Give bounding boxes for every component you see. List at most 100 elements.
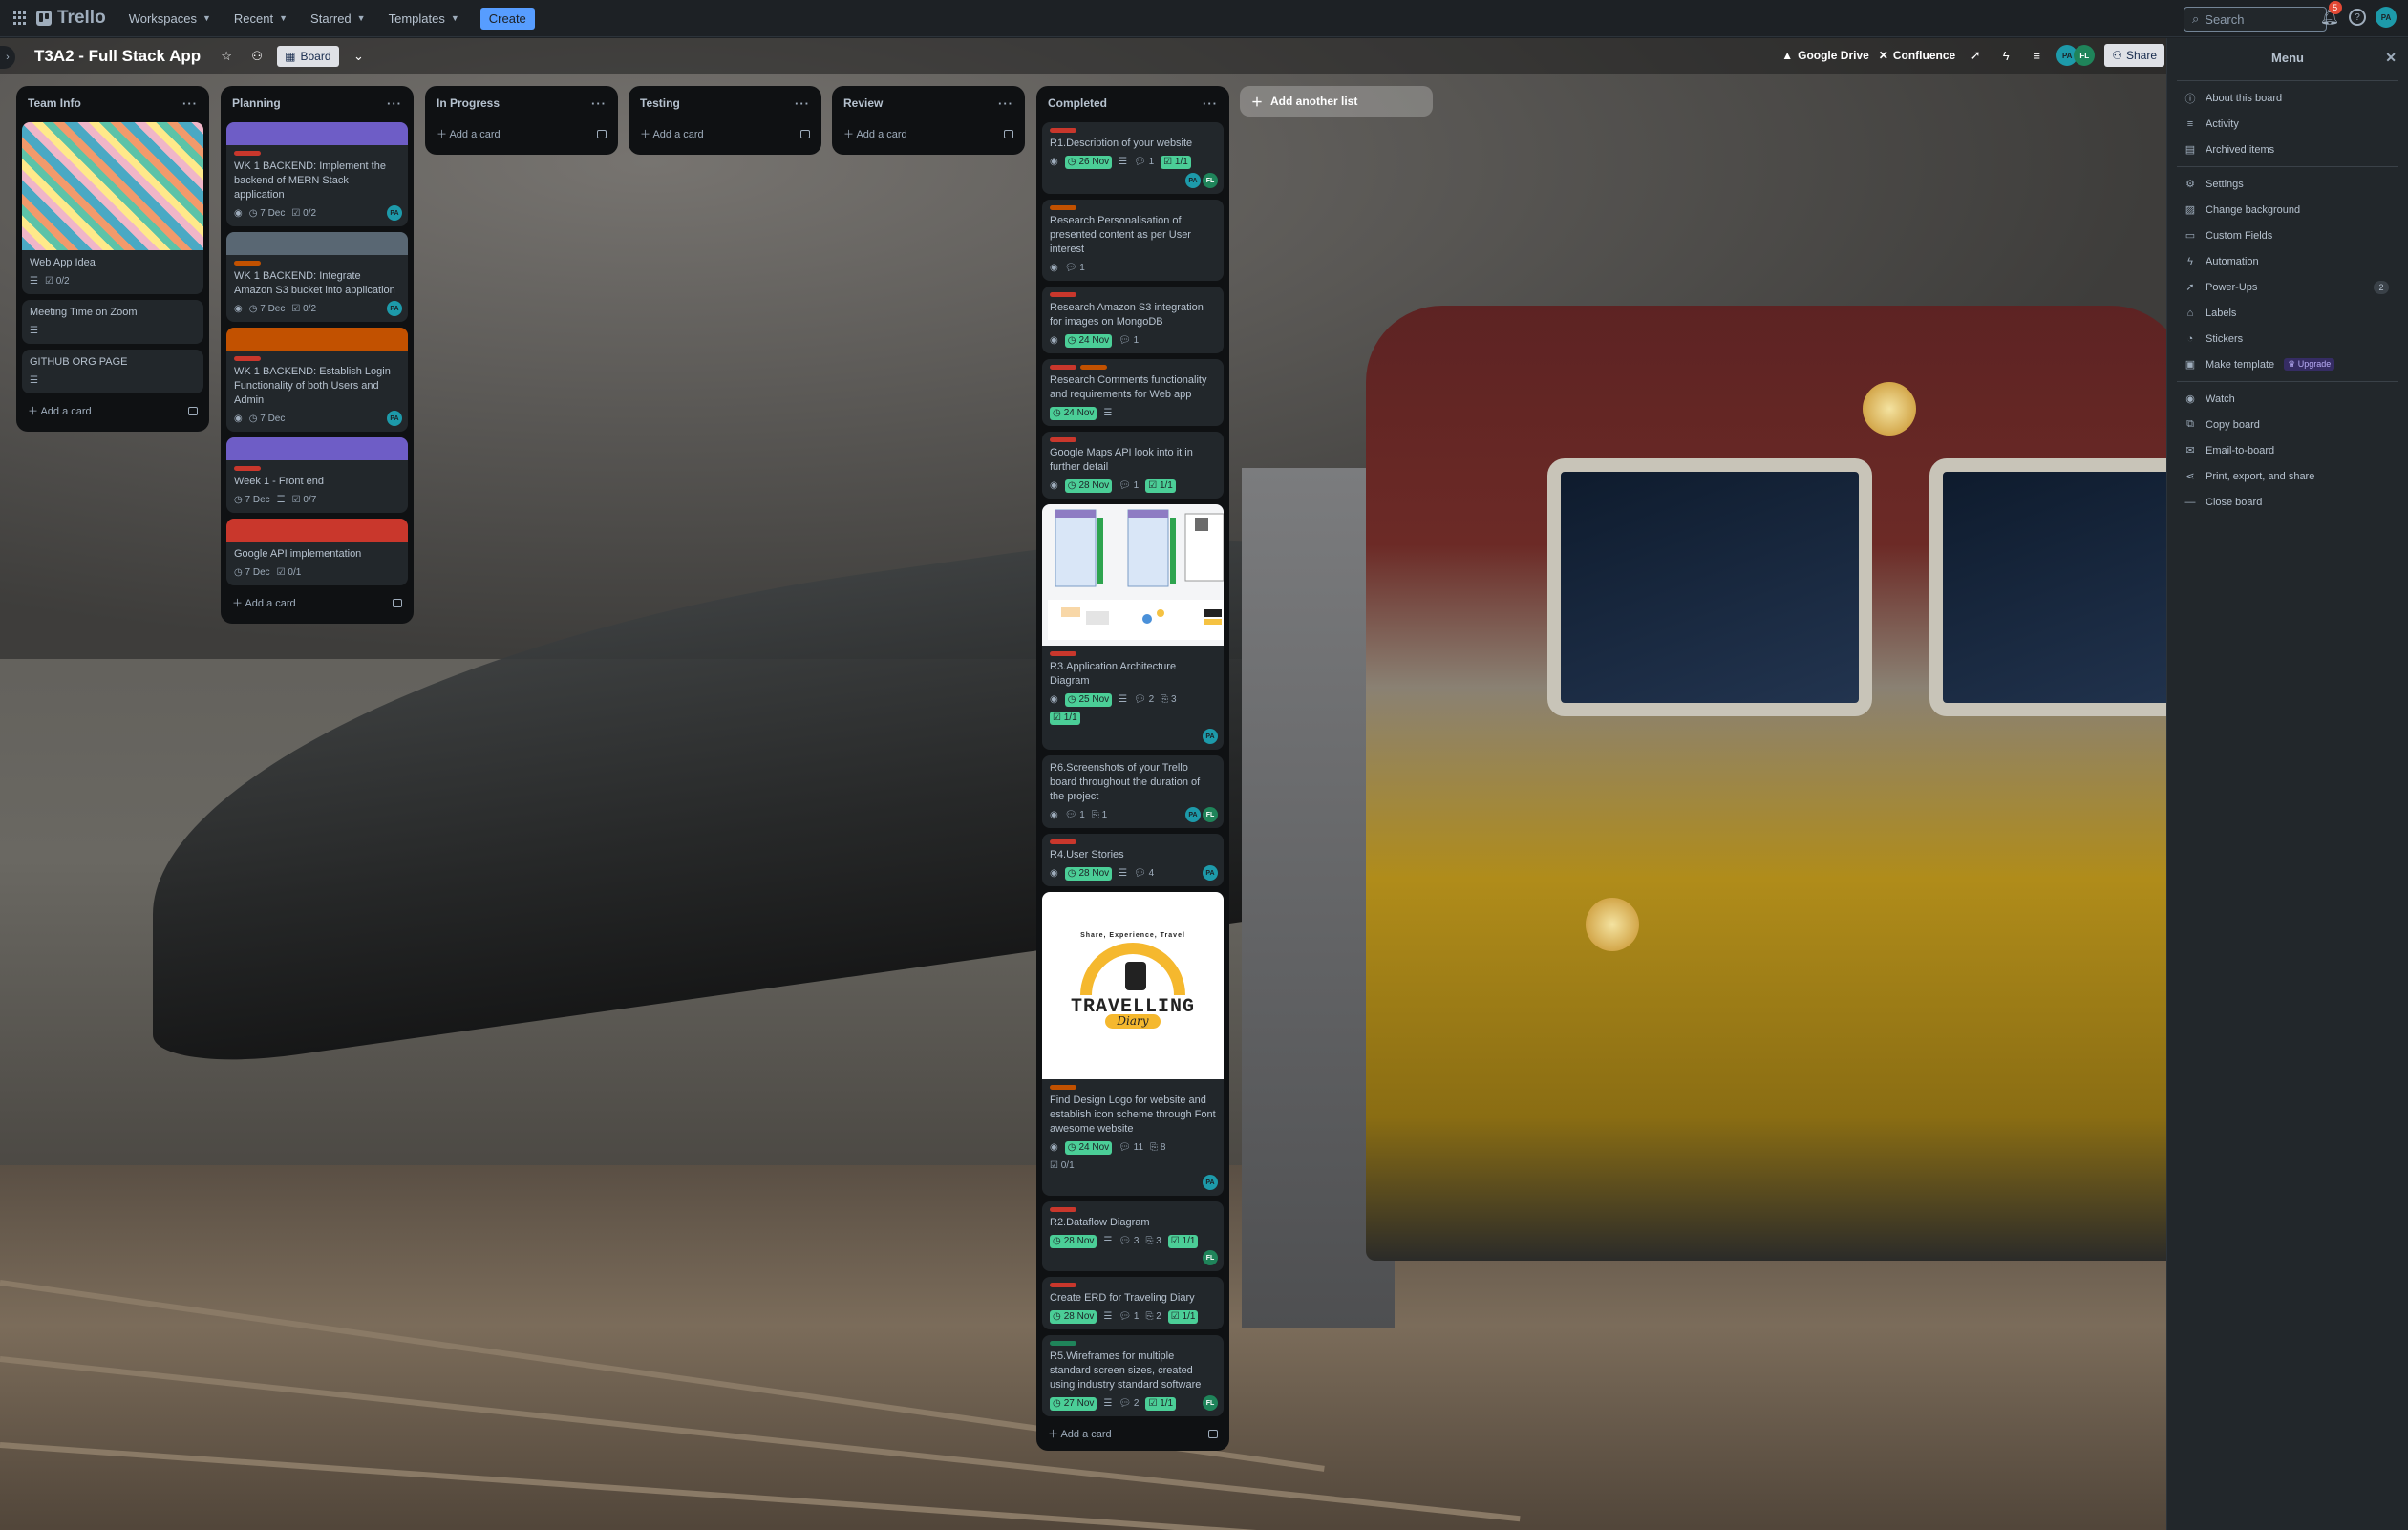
add-card-button[interactable]: ＋ Add a card (1042, 1420, 1224, 1447)
automation-bolt-icon[interactable]: ϟ (1995, 45, 2016, 66)
card-research-personalisation[interactable]: Research Personalisation of presented co… (1042, 200, 1224, 281)
logo-arc (1080, 943, 1185, 995)
board-members: PA FL (2056, 45, 2096, 66)
card-r4-user-stories[interactable]: R4.User Stories ◉ ◷ 28 Nov ☰ 💬︎ 4 PA (1042, 834, 1224, 886)
board-title[interactable]: T3A2 - Full Stack App (29, 43, 206, 70)
list-header[interactable]: In Progress ··· (431, 90, 612, 117)
checklist-badge: ☑ 1/1 (1167, 1235, 1199, 1248)
add-another-list-button[interactable]: ＋ Add another list (1240, 86, 1433, 117)
list-header[interactable]: Testing ··· (634, 90, 816, 117)
menu-item-close-board[interactable]: — Close board (2167, 489, 2408, 515)
menu-item-make-template[interactable]: ▣ Make template ♛ Upgrade (2167, 351, 2408, 377)
add-card-button[interactable]: ＋ Add a card (226, 589, 408, 616)
tag-icon: ⌂ (2186, 307, 2194, 319)
menu-item-automation[interactable]: ϟ Automation (2167, 248, 2408, 274)
card-template-icon[interactable] (597, 129, 607, 138)
trello-logo[interactable]: Trello (36, 8, 106, 29)
menu-item-print-export-share[interactable]: ⋖ Print, export, and share (2167, 463, 2408, 489)
menu-item-about[interactable]: ⓘ About this board (2167, 85, 2408, 111)
card-template-icon[interactable] (393, 598, 402, 607)
workspaces-menu[interactable]: Workspaces ▼ (119, 4, 221, 32)
card-template-icon[interactable] (188, 406, 198, 415)
menu-item-watch[interactable]: ◉ Watch (2167, 386, 2408, 412)
card-github-org[interactable]: GITHUB ORG PAGE ☰ (22, 350, 203, 393)
user-avatar[interactable]: PA (2376, 7, 2397, 28)
list-header[interactable]: Team Info ··· (22, 90, 203, 117)
search-input[interactable]: ⌕ Search (2184, 7, 2327, 32)
more-icon[interactable]: ··· (387, 96, 402, 111)
menu-header: Menu ✕ (2167, 38, 2408, 76)
card-web-app-idea[interactable]: Web App Idea ☰ ☑ 0/2 (22, 122, 203, 294)
add-card-button[interactable]: ＋ Add a card (634, 120, 816, 147)
menu-item-labels[interactable]: ⌂ Labels (2167, 300, 2408, 326)
list-header[interactable]: Completed ··· (1042, 90, 1224, 117)
app-switcher-icon[interactable] (13, 11, 27, 25)
add-card-label: ＋ Add a card (232, 598, 296, 609)
menu-item-activity[interactable]: ≡ Activity (2167, 111, 2408, 137)
menu-item-stickers[interactable]: ◔ Stickers (2167, 326, 2408, 351)
card-cover (226, 328, 408, 351)
create-button[interactable]: Create (479, 7, 535, 30)
add-card-button[interactable]: ＋ Add a card (22, 397, 203, 424)
info-icon: ⓘ (2184, 93, 2196, 105)
starred-menu[interactable]: Starred ▼ (301, 4, 375, 32)
card-backend-s3[interactable]: WK 1 BACKEND: Integrate Amazon S3 bucket… (226, 232, 408, 322)
list-header[interactable]: Review ··· (838, 90, 1019, 117)
card-r3-architecture[interactable]: R3.Application Architecture Diagram ◉ ◷ 2… (1042, 504, 1224, 750)
recent-menu[interactable]: Recent ▼ (224, 4, 297, 32)
more-icon[interactable]: ··· (795, 96, 810, 111)
menu-item-power-ups[interactable]: ➚ Power-Ups 2 (2167, 274, 2408, 300)
list-header[interactable]: Planning ··· (226, 90, 408, 117)
google-drive-powerup[interactable]: ▲ Google Drive (1781, 49, 1869, 62)
card-backend-login[interactable]: WK 1 BACKEND: Establish Login Functional… (226, 328, 408, 432)
more-icon[interactable]: ··· (1203, 96, 1218, 111)
locomotive-body (1366, 306, 2166, 1261)
visibility-icon[interactable]: ⚇ (246, 46, 267, 67)
templates-menu[interactable]: Templates ▼ (379, 4, 469, 32)
chevron-down-icon[interactable]: ⌄ (349, 46, 370, 67)
add-card-button[interactable]: ＋ Add a card (431, 120, 612, 147)
card-title: GITHUB ORG PAGE (30, 356, 128, 368)
share-button[interactable]: ⚇ Share (2104, 44, 2164, 67)
card-r2-dataflow[interactable]: R2.Dataflow Diagram ◷ 28 Nov ☰ 💬︎ 3 ⎘ 3 ☑ 1/… (1042, 1201, 1224, 1271)
card-design-logo[interactable]: Share, Experience, Travel TRAVELLING Dia… (1042, 892, 1224, 1196)
more-icon[interactable]: ··· (182, 96, 198, 111)
list-title: Testing (640, 96, 680, 110)
card-cover (226, 122, 408, 145)
menu-item-copy-board[interactable]: ⧉ Copy board (2167, 412, 2408, 437)
card-r5-wireframes[interactable]: R5.Wireframes for multiple standard scre… (1042, 1335, 1224, 1416)
card-labels (234, 151, 400, 156)
card-research-s3[interactable]: Research Amazon S3 integration for image… (1042, 287, 1224, 353)
member-avatar[interactable]: FL (2074, 45, 2096, 66)
add-card-button[interactable]: ＋ Add a card (838, 120, 1019, 147)
card-template-icon[interactable] (1208, 1429, 1218, 1438)
card-google-api[interactable]: Google API implementation ◷ 7 Dec ☑ 0/1 (226, 519, 408, 585)
card-week1-frontend[interactable]: Week 1 - Front end ◷ 7 Dec ☰ ☑ 0/7 (226, 437, 408, 513)
menu-item-archived[interactable]: ▤ Archived items (2167, 137, 2408, 162)
confluence-powerup[interactable]: ✕ Confluence (1879, 49, 1955, 62)
menu-item-email-to-board[interactable]: ✉ Email-to-board (2167, 437, 2408, 463)
card-meeting-time[interactable]: Meeting Time on Zoom ☰ (22, 300, 203, 344)
star-icon[interactable]: ☆ (216, 46, 237, 67)
card-template-icon[interactable] (1004, 129, 1013, 138)
notifications-bell-icon[interactable]: 🔔︎ 5 (2320, 1, 2342, 27)
card-google-maps[interactable]: Google Maps API look into it in further … (1042, 432, 1224, 499)
more-icon[interactable]: ··· (591, 96, 607, 111)
card-research-comments[interactable]: Research Comments functionality and requ… (1042, 359, 1224, 426)
more-icon[interactable]: ··· (998, 96, 1013, 111)
upgrade-badge[interactable]: ♛ Upgrade (2284, 358, 2335, 371)
card-r6-screenshots[interactable]: R6.Screenshots of your Trello board thro… (1042, 755, 1224, 828)
board-view-switcher[interactable]: ▦ Board (277, 46, 339, 67)
card-template-icon[interactable] (800, 129, 810, 138)
help-icon[interactable]: ? (2349, 9, 2366, 26)
card-r1-description[interactable]: R1.Description of your website ◉ ◷ 26 Nov… (1042, 122, 1224, 194)
menu-item-settings[interactable]: ⚙ Settings (2167, 171, 2408, 197)
filter-icon[interactable]: ≡ (2026, 45, 2047, 66)
menu-item-change-background[interactable]: ▨ Change background (2167, 197, 2408, 223)
close-icon[interactable]: ✕ (2385, 50, 2397, 66)
rocket-icon[interactable]: ➚ (1965, 45, 1986, 66)
card-create-erd[interactable]: Create ERD for Traveling Diary ◷ 28 Nov ☰… (1042, 1277, 1224, 1329)
card-backend-mern[interactable]: WK 1 BACKEND: Implement the backend of M… (226, 122, 408, 226)
due-badge: ◷ 7 Dec (234, 567, 270, 578)
menu-item-custom-fields[interactable]: ▭ Custom Fields (2167, 223, 2408, 248)
